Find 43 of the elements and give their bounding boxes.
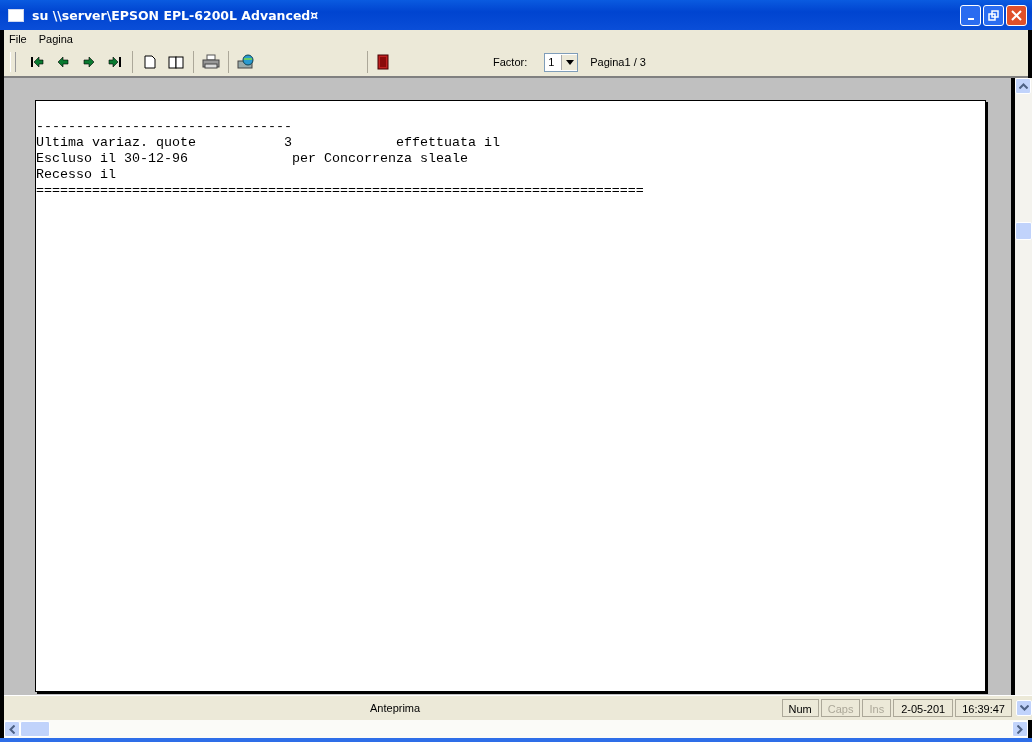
scroll-left-icon[interactable]	[4, 721, 20, 737]
arrow-to-bar-left-icon	[30, 56, 44, 68]
caret-icon	[565, 59, 574, 65]
window-title: su \\server\EPSON EPL-6200L Advanced¤	[32, 7, 320, 23]
door-icon	[377, 54, 391, 70]
arrow-right-icon	[83, 56, 95, 68]
printer-globe-icon	[237, 54, 255, 70]
minimize-icon	[967, 17, 974, 20]
status-message: Anteprima	[369, 702, 422, 714]
printer-icon	[202, 54, 220, 70]
document-line: ============================================================================	[36, 183, 645, 199]
page-indicator: Pagina1 / 3	[590, 56, 646, 68]
vertical-scrollbar[interactable]	[1015, 78, 1032, 695]
menu-item[interactable]: Pagina	[38, 33, 73, 45]
scroll-up-icon[interactable]	[1015, 78, 1031, 94]
key-indicator: Caps	[820, 699, 861, 717]
scroll-thumb[interactable]	[1015, 222, 1032, 240]
status-time: 16:39:47	[955, 699, 1012, 717]
page-icon	[144, 55, 156, 69]
factor-dropdown[interactable]: 1	[544, 52, 579, 72]
key-indicator: Num	[781, 699, 819, 717]
scroll-thumb[interactable]	[20, 721, 50, 737]
key-indicator: Ins	[862, 699, 892, 717]
document-line: --------------------------------	[36, 119, 293, 135]
close-button[interactable]	[1006, 4, 1027, 26]
document-line: Escluso il 30-12-96 per Concorrenza sleale	[36, 151, 469, 167]
horizontal-scrollbar[interactable]	[4, 720, 1028, 738]
book-icon	[168, 55, 184, 69]
document-line: Ultima variaz. quote 3 effettuata il	[36, 135, 501, 151]
restore-icon	[988, 9, 999, 21]
restore-button[interactable]	[983, 4, 1004, 26]
window-icon	[8, 8, 24, 22]
arrow-to-bar-right-icon	[108, 56, 122, 68]
document-line: Recesso il	[36, 167, 117, 183]
scroll-right-icon[interactable]	[1012, 721, 1028, 737]
menu-item[interactable]: File	[9, 33, 27, 45]
status-date: 2-05-201	[893, 699, 954, 717]
close-icon	[1011, 9, 1022, 21]
minimize-button[interactable]	[960, 4, 981, 26]
factor-label: Factor:	[493, 56, 528, 68]
arrow-left-icon	[57, 56, 69, 68]
toolbar-grip[interactable]	[10, 52, 16, 72]
scroll-down-icon[interactable]	[1016, 700, 1032, 716]
